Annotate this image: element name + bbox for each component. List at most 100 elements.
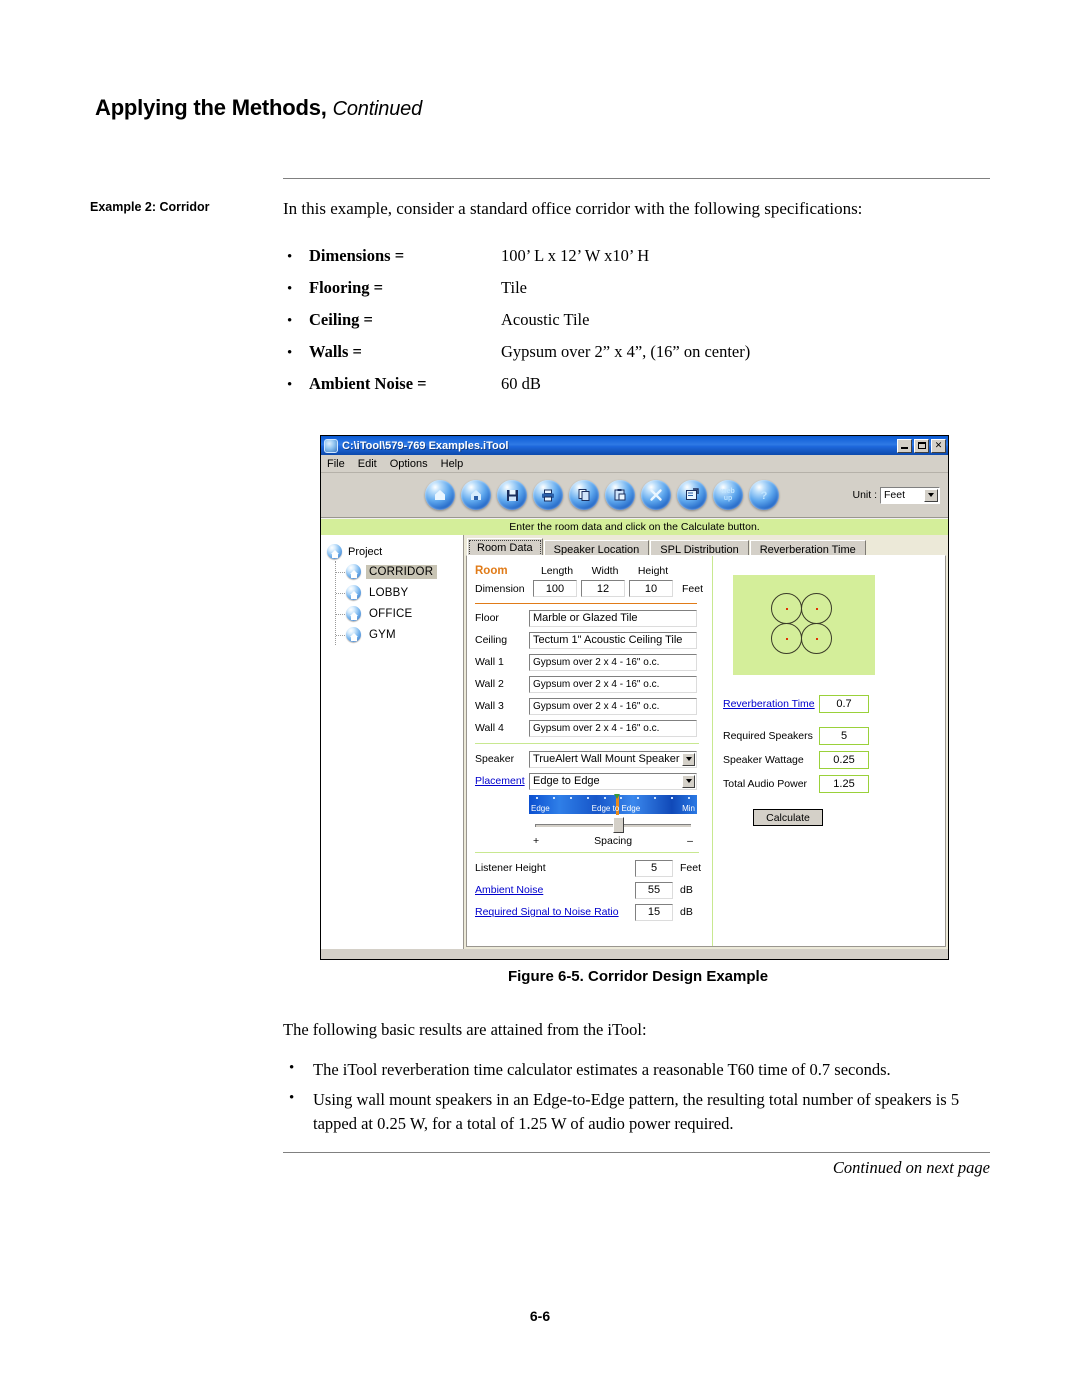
placement-bar-labels: Edge Edge to Edge Min [529,804,697,813]
floor-material-input[interactable]: Marble or Glazed Tile [529,609,697,627]
open-project-icon[interactable] [461,480,491,510]
web-update-icon[interactable]: web up [713,480,743,510]
unit-value: Feet [884,489,906,501]
save-icon[interactable] [497,480,527,510]
slider-thumb[interactable] [613,817,624,833]
reverberation-time-value: 0.7 [819,695,869,713]
placement-dropdown[interactable]: Edge to Edge [529,772,697,790]
listener-height-input[interactable]: 5 [635,859,673,877]
result-item-text: The iTool reverberation time calculator … [313,1060,891,1079]
column-header-width: Width [591,565,619,577]
maximize-button[interactable] [914,438,929,453]
placement-label-link[interactable]: Placement [475,775,529,787]
speaker-wattage-label: Speaker Wattage [723,754,804,766]
wall3-material-input[interactable]: Gypsum over 2 x 4 - 16" o.c. [529,697,697,715]
menu-help[interactable]: Help [441,458,464,470]
bullet-icon: • [287,281,293,297]
tree-item-office[interactable]: OFFICE [336,603,463,624]
placement-bar-left-label: Edge [531,804,550,813]
close-button[interactable]: ✕ [931,438,946,453]
spacing-slider[interactable] [529,816,697,834]
speaker-coverage-circle [771,593,802,624]
menu-edit[interactable]: Edit [358,458,377,470]
figure-caption: Figure 6-5. Corridor Design Example [507,968,769,985]
dimension-input-row: Dimension 100 12 10 Feet [475,578,712,599]
tree-item-gym[interactable]: GYM [336,624,463,645]
ambient-noise-input[interactable]: 55 [635,881,673,899]
paste-icon[interactable] [605,480,635,510]
tree-root-project[interactable]: Project [327,542,463,561]
listener-height-label: Listener Height [475,862,546,874]
floor-row: Floor Marble or Glazed Tile [475,607,712,629]
web-update-line2: up [723,495,733,502]
tree-item-label: GYM [369,628,396,641]
print-icon[interactable] [533,480,563,510]
section-side-label: Example 2: Corridor [90,200,210,214]
column-header-length: Length [540,565,574,577]
room-icon [346,564,361,579]
ceiling-material-input[interactable]: Tectum 1" Acoustic Ceiling Tile [529,631,697,649]
chevron-down-icon[interactable] [924,488,938,502]
required-speakers-value: 5 [819,727,869,745]
placement-gradient-bar[interactable]: Edge Edge to Edge Min [529,794,697,815]
wall1-label: Wall 1 [475,656,504,668]
list-item: • Walls = Gypsum over 2” x 4”, (16” on c… [283,342,993,374]
new-project-icon[interactable] [425,480,455,510]
listener-height-unit: Feet [680,862,702,874]
wall1-material-input[interactable]: Gypsum over 2 x 4 - 16" o.c. [529,653,697,671]
list-item: • Ambient Noise = 60 dB [283,374,993,406]
length-input[interactable]: 100 [533,580,577,597]
itool-application-window: C:\iTool\579-769 Examples.iTool ✕ File E… [320,435,949,960]
spec-term: Dimensions = [309,246,405,265]
chevron-down-icon[interactable] [682,774,695,788]
reverberation-time-label-link[interactable]: Reverberation Time [723,698,819,710]
tree-item-label: OFFICE [369,607,413,620]
total-audio-power-value: 1.25 [819,775,869,793]
menu-options[interactable]: Options [390,458,428,470]
speaker-dropdown[interactable]: TrueAlert Wall Mount Speaker w/S [529,750,697,768]
form-divider [475,743,699,744]
properties-icon[interactable] [677,480,707,510]
toolbar: web up ? Unit : Feet [321,473,948,518]
wall2-material-input[interactable]: Gypsum over 2 x 4 - 16" o.c. [529,675,697,693]
snr-label-link[interactable]: Required Signal to Noise Ratio [475,906,635,918]
section-intro-text: In this example, consider a standard off… [283,199,863,218]
total-audio-power-label: Total Audio Power [723,778,808,790]
bullet-icon: • [287,313,293,329]
listener-height-row: Listener Height 5 Feet [475,857,712,879]
tree-item-corridor[interactable]: CORRIDOR [336,561,463,582]
list-item: • The iTool reverberation time calculato… [283,1058,993,1082]
minimize-button[interactable] [897,438,912,453]
height-input[interactable]: 10 [629,580,673,597]
list-item: • Using wall mount speakers in an Edge-t… [283,1088,993,1136]
app-icon [324,438,338,453]
wall4-material-input[interactable]: Gypsum over 2 x 4 - 16" o.c. [529,719,697,737]
tree-item-lobby[interactable]: LOBBY [336,582,463,603]
floor-label: Floor [475,612,499,624]
svg-text:?: ? [761,490,768,502]
list-item: • Ceiling = Acoustic Tile [283,310,993,342]
help-icon[interactable]: ? [749,480,779,510]
snr-input[interactable]: 15 [635,903,673,921]
content-panel: Room Data Speaker Location SPL Distribut… [464,535,948,949]
width-input[interactable]: 12 [581,580,625,597]
copy-icon[interactable] [569,480,599,510]
ambient-noise-label-link[interactable]: Ambient Noise [475,884,635,896]
snr-unit: dB [680,906,693,918]
placement-value: Edge to Edge [533,775,600,787]
spec-value: 100’ L x 12’ W x10’ H [501,246,650,265]
tree-item-label: CORRIDOR [366,564,438,579]
unit-dropdown[interactable]: Feet [880,486,940,504]
app-body: Project CORRIDOR LOBBY OFFICE GYM Room D… [321,535,948,949]
bullet-icon: • [287,345,293,361]
delete-icon[interactable] [641,480,671,510]
speaker-coverage-circle [801,593,832,624]
menu-file[interactable]: File [327,458,345,470]
calculate-button[interactable]: Calculate [753,809,823,826]
required-speakers-label: Required Speakers [723,730,813,742]
speaker-coverage-circle [771,623,802,654]
chevron-down-icon[interactable] [682,752,695,766]
results-panel: Reverberation Time 0.7 Required Speakers… [713,556,945,946]
slider-plus-label: + [533,835,540,847]
